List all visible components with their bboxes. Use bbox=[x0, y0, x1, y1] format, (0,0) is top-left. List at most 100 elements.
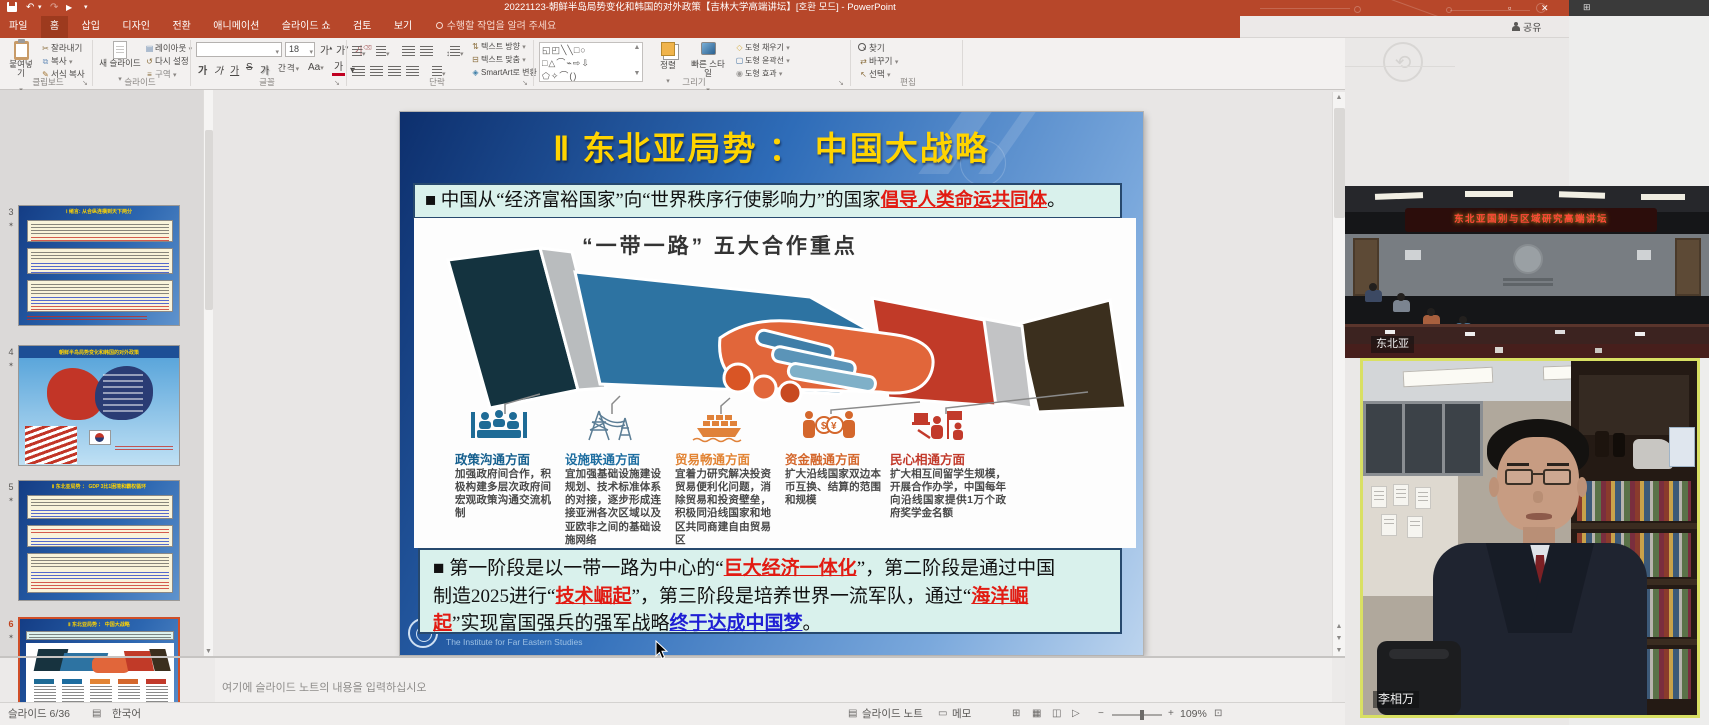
tell-me-box[interactable]: 수행할 작업을 알려 주세요 bbox=[436, 16, 557, 38]
cut-button[interactable]: ✂잘라내기 bbox=[40, 42, 82, 55]
align-text-button[interactable]: ⊟텍스트 맞춤 ▾ bbox=[470, 54, 526, 67]
bold-button[interactable]: 가 bbox=[196, 62, 209, 77]
tab-view[interactable]: 보기 bbox=[385, 16, 421, 38]
find-button[interactable]: 찾기 bbox=[858, 42, 885, 54]
align-center-button[interactable] bbox=[370, 63, 383, 81]
tab-review[interactable]: 검토 bbox=[344, 16, 380, 38]
paragraph-launcher-icon[interactable]: ↘ bbox=[522, 79, 528, 87]
slide-conclusion-textbox[interactable]: ■ 第一阶段是以一带一路为中心的“巨大经济一体化”，第二阶段是通过中国制造202… bbox=[418, 548, 1122, 634]
thumbnail-slide-5[interactable]: Ⅱ 东北亚局势 ： GDP 3比1困境和霸权循环 bbox=[18, 480, 180, 601]
scrollbar-thumb[interactable] bbox=[1334, 108, 1345, 218]
memo-toggle[interactable]: 메모 bbox=[952, 703, 971, 725]
proofing-icon[interactable]: ▤ bbox=[92, 703, 101, 725]
drawing-launcher-icon[interactable]: ↘ bbox=[838, 79, 844, 87]
previous-slide-icon[interactable]: ▲ bbox=[1333, 623, 1345, 630]
redo-icon[interactable]: ↷ bbox=[50, 2, 58, 14]
view-sorter-icon[interactable]: ▦ bbox=[1032, 703, 1041, 725]
slide-intro-textbox[interactable]: ■ 中国从“经济富裕国家”向“世界秩序行使影响力”的国家倡导人类命运共同体。 bbox=[413, 183, 1122, 219]
tab-insert[interactable]: 삽입 bbox=[73, 16, 109, 38]
notes-toggle-icon[interactable]: ▤ bbox=[848, 703, 857, 725]
zoom-level[interactable]: 109% bbox=[1180, 703, 1207, 725]
paste-button[interactable]: 붙여넣기▾ bbox=[6, 41, 36, 81]
qat-customize-icon[interactable]: ▾ bbox=[84, 2, 88, 14]
memo-icon[interactable]: ▭ bbox=[938, 703, 947, 725]
text-shadow-button[interactable]: 가 bbox=[258, 62, 271, 77]
shape-fill-button[interactable]: ◇도형 채우기 ▾ bbox=[734, 42, 790, 55]
tab-transitions[interactable]: 전환 bbox=[163, 16, 199, 38]
clipboard-launcher-icon[interactable]: ↘ bbox=[82, 79, 88, 87]
language-indicator[interactable]: 한국어 bbox=[112, 703, 141, 725]
close-icon[interactable]: ✕ bbox=[1541, 2, 1549, 14]
tab-design[interactable]: 디자인 bbox=[113, 16, 159, 38]
grow-font-button[interactable]: 가▴ bbox=[318, 42, 334, 57]
zoom-slider[interactable] bbox=[1112, 714, 1162, 716]
underline-button[interactable]: 가 bbox=[228, 62, 241, 77]
slide-counter[interactable]: 슬라이드 6/36 bbox=[8, 703, 70, 725]
align-right-button[interactable] bbox=[388, 63, 401, 81]
slide-canvas[interactable]: Ⅱ 东北亚局势 ： 中国大战略 ■ 中国从“经济富裕国家”向“世界秩序行使影响力… bbox=[400, 112, 1143, 655]
undo-icon[interactable]: ↶ bbox=[26, 2, 34, 14]
scroll-down-icon[interactable]: ▼ bbox=[204, 648, 213, 655]
copy-button[interactable]: ⧉복사 ▾ bbox=[40, 55, 73, 69]
shape-gallery[interactable]: ◱◰╲╲□○ □△⌒⌁⇨⇩ ⬠✧⌒() bbox=[539, 42, 643, 82]
ribbon-display-icon[interactable]: ▫ bbox=[1508, 2, 1511, 14]
video-tile-speaker[interactable]: 李相万 bbox=[1360, 358, 1700, 718]
reset-button[interactable]: ↺다시 설정 bbox=[144, 55, 189, 68]
line-spacing-button[interactable]: ↕▾ bbox=[446, 43, 464, 61]
conclusion-text: 。 bbox=[802, 613, 821, 634]
thumbnail-scrollbar[interactable]: ▼ bbox=[203, 90, 213, 656]
speaker-ear bbox=[1489, 477, 1499, 497]
new-slide-button[interactable]: 새 슬라이드▾ bbox=[98, 41, 142, 81]
font-launcher-icon[interactable]: ↘ bbox=[334, 79, 340, 87]
gallery-down-icon[interactable]: ▼ bbox=[632, 70, 642, 77]
italic-button[interactable]: 가 bbox=[212, 62, 225, 77]
thumbnail-slide-3[interactable]: Ⅰ 绪言: 从合纵连横到天下两分 bbox=[18, 205, 180, 326]
change-case-button[interactable]: Aa▾ bbox=[306, 62, 326, 73]
slide-title[interactable]: Ⅱ 东北亚局势 ： 中国大战略 bbox=[400, 122, 1143, 170]
char-spacing-button[interactable]: 간격▾ bbox=[276, 62, 302, 74]
tab-home[interactable]: 홈 bbox=[41, 16, 68, 38]
scroll-down-icon[interactable]: ▼ bbox=[1333, 647, 1345, 654]
tab-animations[interactable]: 애니메이션 bbox=[204, 16, 268, 38]
thumbnail-slide-4[interactable]: 朝鲜半岛局势变化和韩国的对外政策 bbox=[18, 345, 180, 466]
view-normal-icon[interactable]: ⊞ bbox=[1012, 703, 1020, 725]
font-name-combo[interactable]: ▾ bbox=[196, 42, 282, 57]
view-slideshow-icon[interactable]: ▷ bbox=[1072, 703, 1080, 725]
numbering-button[interactable]: ▾ bbox=[376, 43, 390, 61]
text-direction-button[interactable]: ⇅텍스트 방향 ▾ bbox=[470, 41, 526, 54]
next-slide-icon[interactable]: ▼ bbox=[1333, 635, 1345, 642]
zoom-slider-thumb[interactable] bbox=[1140, 710, 1144, 720]
zoom-out-icon[interactable]: − bbox=[1098, 703, 1104, 725]
notes-pane[interactable]: 여기에 슬라이드 노트의 내용을 입력하십시오 bbox=[215, 658, 1332, 702]
font-color-button[interactable]: 가 bbox=[332, 62, 345, 76]
save-icon[interactable] bbox=[7, 2, 17, 14]
shape-outline-button[interactable]: ▢도형 윤곽선 ▾ bbox=[734, 55, 790, 68]
notes-toggle[interactable]: 슬라이드 노트 bbox=[862, 703, 923, 725]
increase-indent-button[interactable] bbox=[420, 43, 433, 61]
scroll-up-icon[interactable]: ▲ bbox=[1333, 94, 1345, 101]
share-button[interactable]: 공유 bbox=[1512, 19, 1541, 34]
replace-button[interactable]: ⇄바꾸기 ▾ bbox=[858, 55, 898, 69]
strikethrough-button[interactable]: S bbox=[244, 62, 255, 73]
align-left-button[interactable] bbox=[352, 63, 365, 81]
tab-file[interactable]: 파일 bbox=[0, 16, 36, 38]
decrease-indent-button[interactable] bbox=[402, 43, 415, 61]
slideshow-icon[interactable]: ▶ bbox=[66, 2, 72, 14]
shrink-font-button[interactable]: 가▾ bbox=[334, 42, 350, 57]
tab-slideshow[interactable]: 슬라이드 쇼 bbox=[273, 16, 340, 38]
thumb-number: 3 bbox=[5, 207, 17, 217]
smartart-button[interactable]: ◈SmartArt로 변환 ▾ bbox=[470, 67, 543, 80]
gallery-up-icon[interactable]: ▲ bbox=[632, 44, 642, 51]
view-reading-icon[interactable]: ◫ bbox=[1052, 703, 1061, 725]
undo-dropdown-icon[interactable]: ▾ bbox=[38, 2, 42, 14]
bullets-button[interactable]: ▾ bbox=[352, 43, 366, 61]
fit-to-window-icon[interactable]: ⊡ bbox=[1214, 703, 1222, 725]
window-grid-icon[interactable]: ⊞ bbox=[1583, 2, 1591, 13]
font-size-combo[interactable]: 18▾ bbox=[285, 42, 315, 57]
quick-styles-button[interactable]: 빠른 스타일▾ bbox=[690, 42, 726, 97]
video-tile-classroom[interactable]: 东北亚国别与区域研究高端讲坛 bbox=[1345, 186, 1709, 358]
shape-effects-button[interactable]: ◉도형 효과 ▾ bbox=[734, 68, 782, 81]
layout-button[interactable]: ▤레이아웃 ▾ bbox=[144, 42, 192, 56]
zoom-in-icon[interactable]: + bbox=[1168, 703, 1174, 725]
slide-scrollbar[interactable]: ▲ ▲ ▼ ▼ bbox=[1332, 92, 1345, 656]
